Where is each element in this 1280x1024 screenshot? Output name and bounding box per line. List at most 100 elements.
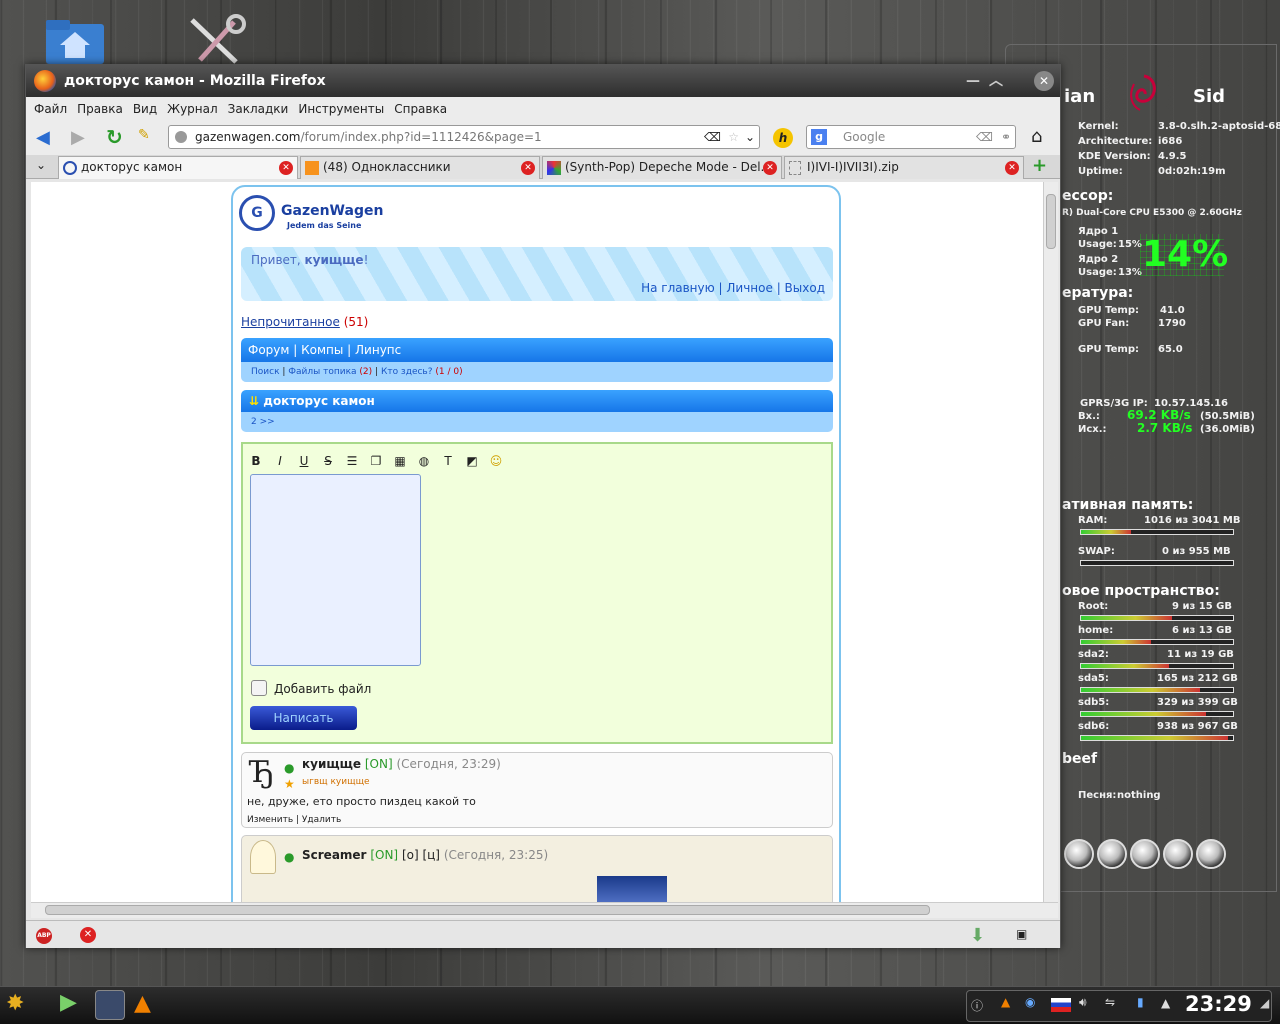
menu-view[interactable]: Вид xyxy=(133,102,157,116)
post-author[interactable]: куищще xyxy=(302,757,361,771)
home-folder-icon[interactable] xyxy=(44,18,106,64)
kernel-value: 3.8-0.slh.2-aptosid-686 xyxy=(1158,121,1280,132)
who-here-link[interactable]: Кто здесь? xyxy=(381,367,433,377)
post-author[interactable]: Screamer xyxy=(302,848,366,862)
vlc-task-icon[interactable]: ▲ xyxy=(134,991,151,1016)
search-bar[interactable]: g Google ⌫ ⚭ xyxy=(806,125,1016,149)
close-tab-icon[interactable]: ✕ xyxy=(521,161,535,175)
swap-bar xyxy=(1080,560,1234,566)
download-icon[interactable]: ⬇ xyxy=(970,925,985,946)
menu-help[interactable]: Справка xyxy=(394,102,447,116)
tab-4[interactable]: I)IVI-I)IVII3I).zip ✕ xyxy=(784,156,1024,179)
tab-3[interactable]: (Synth-Pop) Depeche Mode - Del... ✕ xyxy=(542,156,782,179)
previous-icon[interactable] xyxy=(1064,839,1094,869)
post-actions[interactable]: Изменить | Удалить xyxy=(247,815,341,825)
tray-expand-icon[interactable]: ▲ xyxy=(1161,996,1170,1010)
battery-icon[interactable]: ▮ xyxy=(1137,995,1144,1009)
vertical-scroll-thumb[interactable] xyxy=(1046,194,1056,249)
kde-menu-icon[interactable]: ✸ xyxy=(6,991,24,1016)
code-icon[interactable]: ▦ xyxy=(393,454,407,468)
strike-icon[interactable]: S xyxy=(321,454,335,468)
clear-url-icon[interactable]: ⌫ xyxy=(704,126,721,148)
close-tab-icon[interactable]: ✕ xyxy=(279,161,293,175)
reload-icon[interactable]: ↻ xyxy=(106,125,123,149)
horizontal-scrollbar[interactable] xyxy=(31,902,1058,918)
system-tray: ⓘ ▲ ◉ 🔊︎ ⇋ ▮ ▲ 23:29 xyxy=(966,990,1272,1022)
text-color-icon[interactable]: T xyxy=(441,454,455,468)
page-link[interactable]: 2 >> xyxy=(251,417,275,427)
topic-title-bar: ⇊ докторус камон xyxy=(241,390,833,412)
minimize-icon[interactable]: — xyxy=(966,65,980,97)
close-window-icon[interactable]: ✕ xyxy=(1034,71,1054,91)
google-search-engine-icon[interactable]: g xyxy=(811,129,827,145)
unread-label[interactable]: Непрочитанное xyxy=(241,315,340,329)
play-icon[interactable] xyxy=(1097,839,1127,869)
key-icon[interactable]: ✎ xyxy=(138,127,150,143)
italic-icon[interactable]: I xyxy=(273,454,287,468)
disk-label: sdb6: xyxy=(1078,721,1110,732)
search-link[interactable]: Поиск xyxy=(251,367,280,377)
maximize-icon[interactable]: ︿ xyxy=(989,65,1003,97)
info-icon[interactable]: ⓘ xyxy=(971,997,983,1014)
stop-icon[interactable] xyxy=(1163,839,1193,869)
url-bar[interactable]: gazenwagen.com/forum/index.php?id=111242… xyxy=(168,125,760,149)
stop-loading-icon[interactable]: ✕ xyxy=(80,927,96,943)
settings-tools-icon[interactable] xyxy=(186,14,248,64)
tab-1[interactable]: докторус камон ✕ xyxy=(58,156,298,179)
menu-tools[interactable]: Инструменты xyxy=(298,102,384,116)
window-title: докторус камон - Mozilla Firefox xyxy=(64,73,326,89)
binoculars-icon[interactable]: ⚭ xyxy=(1001,126,1011,148)
firefox-task-icon[interactable] xyxy=(95,990,125,1020)
close-tab-icon[interactable]: ✕ xyxy=(1005,161,1019,175)
smiley-icon[interactable]: ☺ xyxy=(489,454,503,468)
link-icon[interactable]: ◍ xyxy=(417,454,431,468)
rx-total: (50.5MiB) xyxy=(1200,411,1255,422)
copy-icon[interactable]: ❐ xyxy=(369,454,383,468)
submit-button[interactable]: Написать xyxy=(250,706,357,730)
clear-search-icon[interactable]: ⌫ xyxy=(976,126,993,148)
close-tab-icon[interactable]: ✕ xyxy=(763,161,777,175)
menu-history[interactable]: Журнал xyxy=(167,102,218,116)
list-icon[interactable]: ☰ xyxy=(345,454,359,468)
bold-icon[interactable]: B xyxy=(249,454,263,468)
pause-icon[interactable] xyxy=(1130,839,1160,869)
volume-icon[interactable]: 🔊︎ xyxy=(1079,995,1087,1010)
back-icon[interactable]: ◀ xyxy=(36,127,50,148)
vlc-tray-icon[interactable]: ▲ xyxy=(1001,995,1010,1009)
disk-label: sdb5: xyxy=(1078,697,1110,708)
tx-value: 2.7 KB/s xyxy=(1137,421,1193,435)
menu-file[interactable]: Файл xyxy=(34,102,67,116)
menu-bookmarks[interactable]: Закладки xyxy=(228,102,289,116)
clock[interactable]: 23:29 xyxy=(1185,992,1252,1016)
unread[interactable]: Непрочитанное (51) xyxy=(241,315,368,329)
url-dropdown-icon[interactable]: ⌄ xyxy=(745,126,755,148)
next-icon[interactable] xyxy=(1196,839,1226,869)
nav-links[interactable]: На главную | Личное | Выход xyxy=(641,281,825,295)
bookmark-star-icon[interactable]: ☆ xyxy=(728,126,739,148)
notification-icon[interactable]: ◢ xyxy=(1260,996,1269,1010)
usb-icon[interactable]: ⇋ xyxy=(1105,995,1115,1009)
tab-2[interactable]: (48) Одноклассники ✕ xyxy=(300,156,540,179)
h-addon-icon[interactable]: h xyxy=(773,128,793,148)
cpu-heading: ессор: xyxy=(1062,188,1114,204)
new-tab-icon[interactable]: + xyxy=(1032,155,1047,176)
adblock-icon[interactable]: ABP xyxy=(36,928,52,944)
language-flag-icon[interactable] xyxy=(1051,998,1071,1012)
forward-icon[interactable]: ▶ xyxy=(71,127,85,148)
tab-list-icon[interactable]: ⌄ xyxy=(36,158,46,172)
screenshot-icon[interactable]: ▣ xyxy=(1016,927,1027,941)
image-icon[interactable]: ◩ xyxy=(465,454,479,468)
message-textarea[interactable] xyxy=(250,474,421,666)
home-icon[interactable]: ⌂ xyxy=(1031,126,1042,147)
add-file-checkbox[interactable] xyxy=(251,680,267,696)
temp-heading: ература: xyxy=(1062,285,1134,301)
run-icon[interactable]: ▶ xyxy=(60,990,84,1018)
vertical-scrollbar[interactable] xyxy=(1043,182,1058,902)
topic-files-link[interactable]: Файлы топика xyxy=(288,367,356,377)
horizontal-scroll-thumb[interactable] xyxy=(45,905,930,915)
network-tray-icon[interactable]: ◉ xyxy=(1025,995,1035,1009)
underline-icon[interactable]: U xyxy=(297,454,311,468)
breadcrumb[interactable]: Форум | Компы | Линупс xyxy=(241,338,833,362)
title-bar[interactable]: докторус камон - Mozilla Firefox — ︿ ✕ xyxy=(26,65,1060,97)
menu-edit[interactable]: Правка xyxy=(77,102,123,116)
